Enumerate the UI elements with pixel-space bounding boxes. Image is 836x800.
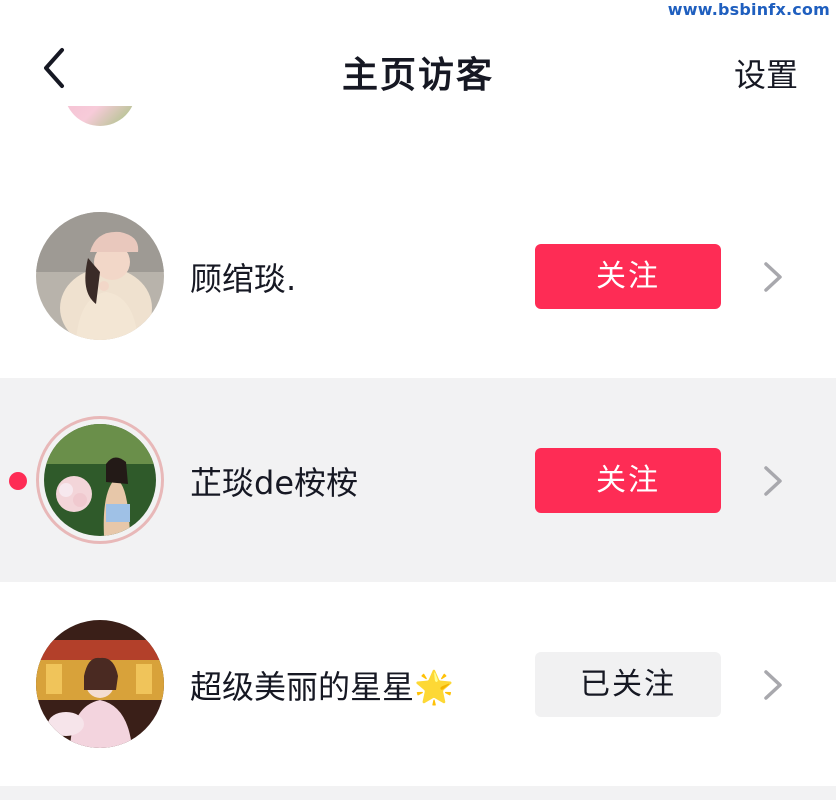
avatar[interactable] [36,212,164,340]
visitor-name[interactable]: 芷琰de桉桉 [190,458,358,504]
visitor-row[interactable]: 芷琰de桉桉 关注 [0,378,836,582]
unread-dot [9,472,27,490]
chevron-right-icon[interactable] [760,260,786,294]
settings-button[interactable]: 设置 [734,50,798,96]
chevron-right-icon[interactable] [760,668,786,702]
page-title: 主页访客 [341,55,494,96]
following-button[interactable]: 已关注 [535,652,721,717]
avatar-image [36,620,164,748]
avatar-image [36,212,164,340]
previous-visitor-avatar-partial [60,106,140,134]
avatar-image [44,424,156,536]
visitor-name[interactable]: 超级美丽的星星🌟 [190,662,454,708]
avatar[interactable] [36,620,164,748]
chevron-right-icon[interactable] [760,464,786,498]
visitor-row[interactable]: 超级美丽的星星🌟 已关注 [0,582,836,786]
visitor-row[interactable]: 顾绾琰. 关注 [0,174,836,378]
visitor-name[interactable]: 顾绾琰. [190,254,296,300]
next-row-partial [0,786,836,800]
follow-button[interactable]: 关注 [535,448,721,513]
follow-button[interactable]: 关注 [535,244,721,309]
avatar[interactable] [36,416,164,544]
